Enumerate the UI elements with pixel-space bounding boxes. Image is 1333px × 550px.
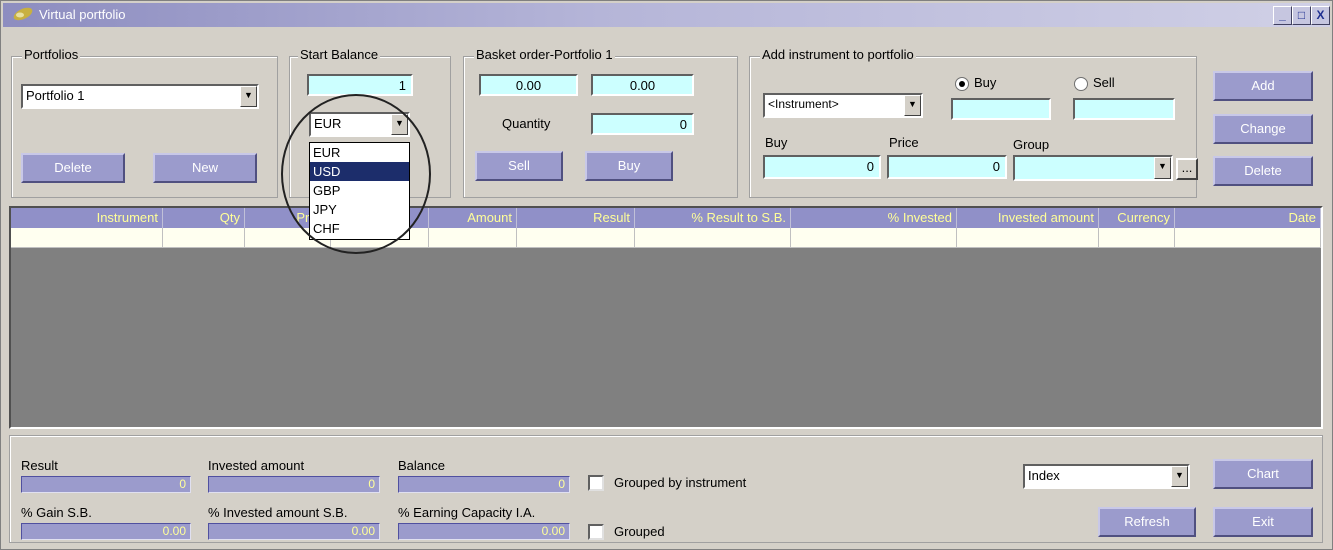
buy-input[interactable]: 0 — [763, 155, 881, 179]
positions-grid: Instrument Qty Price Amount Result % Res… — [9, 206, 1323, 429]
currency-option-gbp[interactable]: GBP — [310, 181, 409, 200]
balance-label: Balance — [398, 458, 445, 473]
start-balance-input[interactable]: 1 — [307, 74, 413, 96]
quantity-label: Quantity — [502, 116, 551, 131]
delete-portfolio-button[interactable]: Delete — [21, 153, 125, 183]
instrument-select-value: <Instrument> — [768, 97, 839, 111]
grid-cell[interactable] — [1099, 228, 1175, 248]
col-instrument[interactable]: Instrument — [11, 208, 163, 228]
chevron-down-icon[interactable]: ▼ — [391, 114, 408, 135]
invested-amount-value: 0 — [208, 476, 380, 493]
chart-button[interactable]: Chart — [1213, 459, 1313, 489]
invested-amount-sb-value: 0.00 — [208, 523, 380, 540]
grid-cell[interactable] — [957, 228, 1099, 248]
balance-value: 0 — [398, 476, 570, 493]
basket-value-1: 0.00 — [479, 74, 578, 96]
title-bar: Virtual portfolio _ □ X — [3, 3, 1330, 27]
grouped-by-instrument-checkbox[interactable] — [588, 475, 604, 491]
price-label: Price — [889, 135, 919, 150]
currency-dropdown-list: EUR USD GBP JPY CHF — [309, 142, 410, 240]
exit-button[interactable]: Exit — [1213, 507, 1313, 537]
price-input[interactable]: 0 — [887, 155, 1007, 179]
earning-capacity-value: 0.00 — [398, 523, 570, 540]
invested-amount-label: Invested amount — [208, 458, 305, 473]
add-instrument-legend: Add instrument to portfolio — [760, 47, 916, 62]
group-label: Group — [1013, 137, 1050, 152]
portfolios-legend: Portfolios — [22, 47, 81, 62]
refresh-button[interactable]: Refresh — [1098, 507, 1196, 537]
grid-cell[interactable] — [791, 228, 957, 248]
app-icon — [13, 7, 33, 21]
basket-buy-button[interactable]: Buy — [585, 151, 673, 181]
delete-instrument-button[interactable]: Delete — [1213, 156, 1313, 186]
chevron-down-icon[interactable]: ▼ — [1154, 157, 1171, 179]
sell-radio[interactable] — [1074, 77, 1088, 91]
virtual-portfolio-window: Virtual portfolio _ □ X Portfolios Portf… — [0, 0, 1333, 550]
chevron-down-icon[interactable]: ▼ — [240, 86, 257, 107]
index-select-value: Index — [1028, 468, 1060, 483]
currency-select[interactable]: EUR ▼ — [309, 112, 410, 137]
instrument-field-2[interactable] — [1073, 98, 1175, 120]
col-amount[interactable]: Amount — [429, 208, 517, 228]
invested-amount-sb-label: % Invested amount S.B. — [208, 505, 348, 520]
currency-option-usd[interactable]: USD — [310, 162, 409, 181]
portfolio-select-value: Portfolio 1 — [26, 88, 85, 103]
portfolio-select[interactable]: Portfolio 1 ▼ — [21, 84, 259, 109]
gain-sb-label: % Gain S.B. — [21, 505, 92, 520]
group-select[interactable]: ▼ — [1013, 155, 1173, 181]
col-date[interactable]: Date — [1175, 208, 1321, 228]
currency-option-jpy[interactable]: JPY — [310, 200, 409, 219]
grid-cell[interactable] — [11, 228, 163, 248]
buy-label: Buy — [765, 135, 788, 150]
col-invested[interactable]: % Invested — [791, 208, 957, 228]
currency-option-eur[interactable]: EUR — [310, 143, 409, 162]
grid-cell[interactable] — [163, 228, 245, 248]
col-result-sb[interactable]: % Result to S.B. — [635, 208, 791, 228]
add-button[interactable]: Add — [1213, 71, 1313, 101]
close-button[interactable]: X — [1311, 6, 1330, 25]
change-button[interactable]: Change — [1213, 114, 1313, 144]
earning-capacity-label: % Earning Capacity I.A. — [398, 505, 536, 520]
chevron-down-icon[interactable]: ▼ — [1171, 466, 1188, 487]
col-qty[interactable]: Qty — [163, 208, 245, 228]
result-value: 0 — [21, 476, 191, 493]
chevron-down-icon[interactable]: ▼ — [904, 95, 921, 116]
instrument-field-1[interactable] — [951, 98, 1051, 120]
result-label: Result — [21, 458, 58, 473]
grid-cell[interactable] — [1175, 228, 1321, 248]
col-result[interactable]: Result — [517, 208, 635, 228]
maximize-button[interactable]: □ — [1292, 6, 1311, 25]
col-currency[interactable]: Currency — [1099, 208, 1175, 228]
quantity-input[interactable]: 0 — [591, 113, 694, 135]
grid-cell[interactable] — [429, 228, 517, 248]
index-select[interactable]: Index ▼ — [1023, 464, 1190, 489]
grouped-by-instrument-label: Grouped by instrument — [614, 475, 747, 490]
basket-order-legend: Basket order-Portfolio 1 — [474, 47, 615, 62]
group-ellipsis-button[interactable]: ... — [1176, 158, 1198, 180]
gain-sb-value: 0.00 — [21, 523, 191, 540]
buy-radio[interactable] — [955, 77, 969, 91]
minimize-button[interactable]: _ — [1273, 6, 1292, 25]
grid-cell[interactable] — [635, 228, 791, 248]
currency-option-chf[interactable]: CHF — [310, 219, 409, 238]
new-portfolio-button[interactable]: New — [153, 153, 257, 183]
buy-radio-label: Buy — [974, 75, 997, 90]
currency-select-value: EUR — [314, 116, 342, 131]
basket-sell-button[interactable]: Sell — [475, 151, 563, 181]
col-invested-amount[interactable]: Invested amount — [957, 208, 1099, 228]
basket-value-2: 0.00 — [591, 74, 694, 96]
sell-radio-label: Sell — [1093, 75, 1115, 90]
window-title: Virtual portfolio — [39, 7, 126, 22]
grouped-label: Grouped — [614, 524, 665, 539]
instrument-select[interactable]: <Instrument> ▼ — [763, 93, 923, 118]
grouped-checkbox[interactable] — [588, 524, 604, 540]
grid-cell[interactable] — [517, 228, 635, 248]
start-balance-legend: Start Balance — [298, 47, 381, 62]
